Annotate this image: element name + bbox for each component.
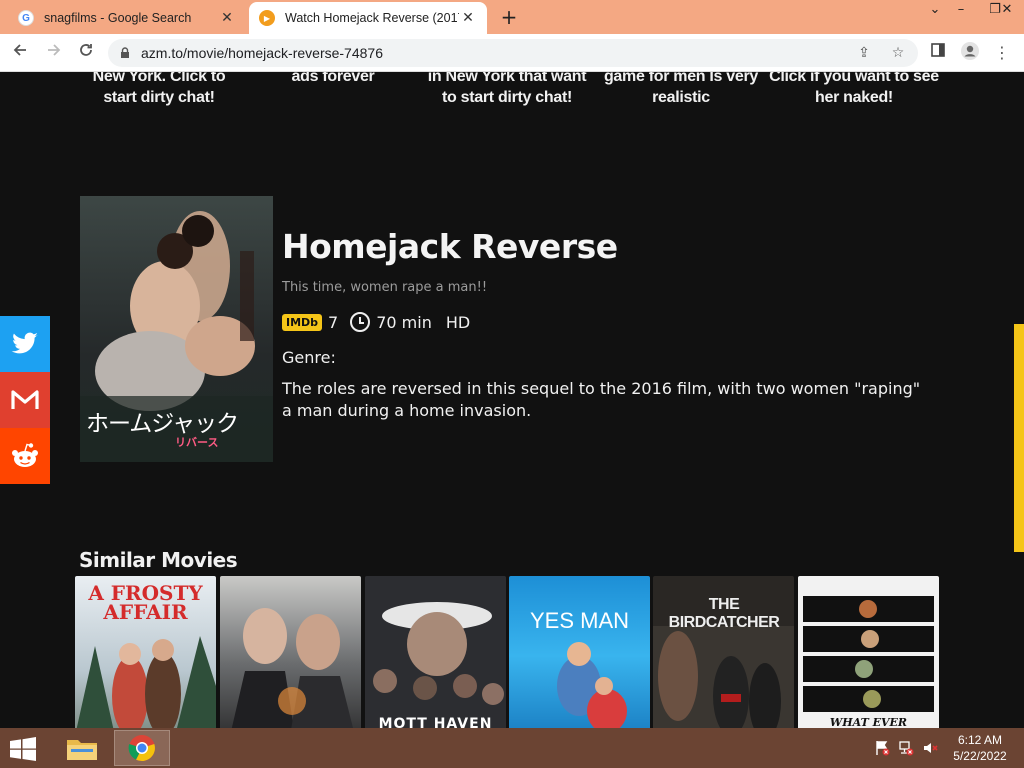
- ad-caption[interactable]: in New York that want to start dirty cha…: [422, 72, 592, 108]
- similar-movie-card[interactable]: A FROSTY AFFAIR: [75, 576, 216, 728]
- poster-subtitle: リバース: [175, 436, 219, 449]
- new-tab-button[interactable]: +: [497, 6, 521, 28]
- taskbar: 6:12 AM 5/22/2022: [0, 728, 1024, 768]
- profile-avatar-icon[interactable]: [958, 41, 982, 65]
- clock-date: 5/22/2022: [953, 749, 1007, 763]
- gmail-share-button[interactable]: [0, 372, 50, 428]
- close-window-button[interactable]: ✕: [990, 0, 1024, 22]
- movie-meta: IMDb 7 70 min HD: [282, 310, 470, 334]
- imdb-rating: 7: [328, 312, 339, 332]
- tab-label: snagfilms - Google Search: [44, 11, 192, 25]
- url-text: azm.to/movie/homejack-reverse-74876: [141, 45, 383, 61]
- twitter-share-button[interactable]: [0, 316, 50, 372]
- side-panel-icon[interactable]: [926, 41, 950, 65]
- imdb-badge: IMDb: [282, 313, 323, 331]
- back-button[interactable]: [8, 41, 32, 65]
- clock-time: 6:12 AM: [957, 733, 1003, 747]
- lock-icon: [121, 47, 129, 58]
- google-icon: G: [18, 10, 34, 26]
- duration: 70 min: [376, 312, 432, 332]
- similar-movies-list: A FROSTY AFFAIR MOTT HAVEN YES MAN THE B…: [75, 576, 945, 728]
- similar-movie-card[interactable]: WHAT EVER: [798, 576, 939, 728]
- ad-caption[interactable]: game for men Is very realistic: [596, 72, 766, 108]
- movie-tagline: This time, women rape a man!!: [282, 280, 488, 295]
- movie-thumbnail: [803, 596, 934, 712]
- quality-label: HD: [445, 312, 471, 332]
- browser-toolbar: azm.to/movie/homejack-reverse-74876 ⇪ ☆ …: [0, 34, 1024, 72]
- forward-button[interactable]: [42, 41, 66, 65]
- similar-movie-card[interactable]: YES MAN: [509, 576, 650, 728]
- minimize-button[interactable]: –: [944, 0, 978, 22]
- windows-logo-icon: [10, 737, 36, 761]
- tab-label: Watch Homejack Reverse (2017): [285, 11, 459, 25]
- clock-icon: [350, 312, 371, 332]
- reddit-share-button[interactable]: [0, 428, 50, 484]
- address-bar[interactable]: azm.to/movie/homejack-reverse-74876 ⇪ ☆: [108, 39, 918, 67]
- tab-google-search[interactable]: G snagfilms - Google Search ✕: [8, 2, 246, 34]
- ad-caption[interactable]: New York. Click to start dirty chat!: [74, 72, 244, 108]
- movie-thumbnail: [231, 608, 353, 728]
- tab-watch-movie[interactable]: ▶ Watch Homejack Reverse (2017) ✕: [249, 2, 487, 34]
- bookmark-star-icon[interactable]: ☆: [888, 43, 908, 63]
- similar-movies-heading: Similar Movies: [79, 548, 238, 572]
- start-button[interactable]: [8, 737, 38, 761]
- movie-card-title: WHAT EVER: [829, 716, 908, 728]
- volume-muted-icon[interactable]: [922, 740, 938, 756]
- twitter-icon: [11, 332, 38, 354]
- menu-kebab-icon[interactable]: ⋮: [990, 41, 1014, 65]
- file-explorer-taskbar-button[interactable]: [54, 730, 110, 766]
- chrome-icon: [128, 735, 155, 762]
- movie-title: Homejack Reverse: [282, 227, 618, 266]
- movie-thumbnail: [557, 642, 627, 728]
- action-center-flag-icon[interactable]: [874, 740, 890, 756]
- movie-poster: ホームジャック リバース: [80, 196, 273, 462]
- network-icon[interactable]: [898, 740, 914, 756]
- gmail-icon: [11, 390, 39, 409]
- tab-strip: G snagfilms - Google Search ✕ ▶ Watch Ho…: [0, 0, 1024, 34]
- play-icon: ▶: [259, 10, 275, 26]
- system-clock[interactable]: 6:12 AM 5/22/2022: [944, 732, 1016, 764]
- ad-caption[interactable]: Click if you want to see her naked!: [769, 72, 939, 108]
- poster-title: ホームジャック: [86, 411, 239, 437]
- movie-card-title: A FROSTY AFFAIR: [88, 581, 203, 624]
- scrollbar-thumb[interactable]: [1014, 324, 1024, 552]
- folder-icon: [67, 740, 97, 760]
- close-tab-icon[interactable]: ✕: [218, 10, 236, 26]
- similar-movie-card[interactable]: THE BIRDCATCHER: [653, 576, 794, 728]
- chrome-taskbar-button[interactable]: [114, 730, 170, 766]
- similar-movie-card[interactable]: MOTT HAVEN: [365, 576, 506, 728]
- genre-label: Genre:: [282, 348, 336, 367]
- movie-card-title: MOTT HAVEN: [378, 716, 493, 728]
- similar-movie-card[interactable]: [220, 576, 361, 728]
- movie-thumbnail: [365, 576, 506, 728]
- movie-card-title: YES MAN: [529, 608, 630, 633]
- movie-synopsis: The roles are reversed in this sequel to…: [282, 379, 921, 420]
- ad-caption[interactable]: ads forever: [248, 72, 418, 87]
- reload-button[interactable]: [74, 41, 98, 65]
- page-content: New York. Click to start dirty chat! ads…: [0, 72, 1024, 728]
- close-tab-icon[interactable]: ✕: [459, 10, 477, 26]
- movie-card-title: THE BIRDCATCHER: [668, 596, 780, 631]
- share-icon[interactable]: ⇪: [854, 43, 874, 63]
- reddit-icon: [12, 443, 38, 467]
